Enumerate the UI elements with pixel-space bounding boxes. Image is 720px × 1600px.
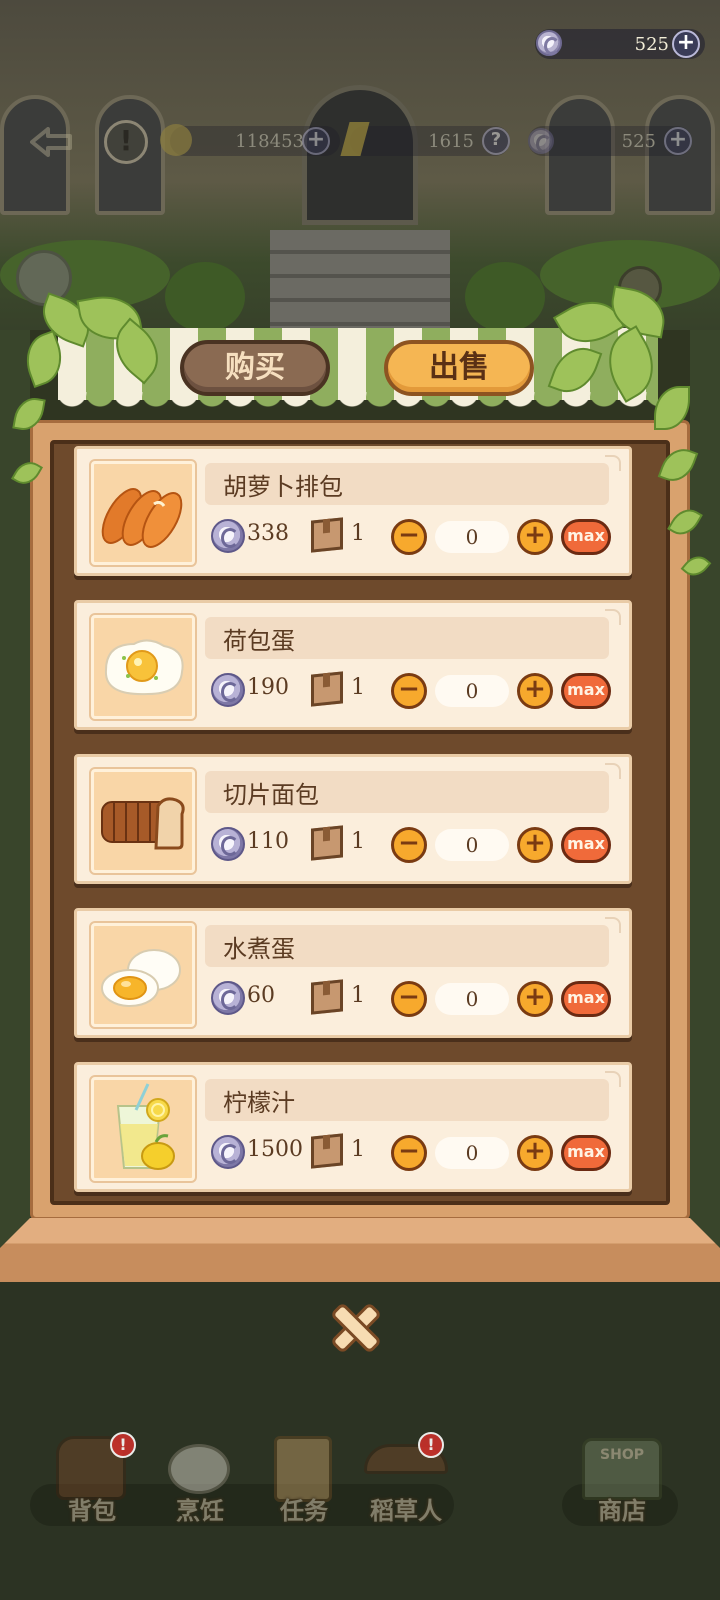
nav-shop[interactable]: SHOP 商店 bbox=[572, 1430, 672, 1530]
background-add-silver-button: + bbox=[664, 127, 692, 155]
crystal-amount: 1615 bbox=[428, 130, 474, 152]
quantity-input[interactable] bbox=[435, 675, 509, 707]
shop-panel-ledge bbox=[0, 1218, 720, 1282]
list-item: 水煮蛋 60 1 − + max bbox=[74, 908, 632, 1038]
item-price: 190 bbox=[247, 675, 289, 700]
decrease-quantity-button[interactable]: − bbox=[391, 673, 427, 709]
tab-buy[interactable]: 购买 bbox=[180, 340, 330, 396]
stock-box-icon bbox=[311, 825, 343, 861]
boiled-egg-icon bbox=[101, 949, 181, 1007]
stock-box-icon bbox=[311, 671, 343, 707]
silver-currency-amount: 525 bbox=[634, 33, 669, 55]
shop-awning-scallop bbox=[58, 392, 658, 426]
increase-quantity-button[interactable]: + bbox=[517, 981, 553, 1017]
background-add-gold-button: + bbox=[302, 127, 330, 155]
item-thumbnail bbox=[91, 923, 195, 1027]
nav-label: 背包 bbox=[68, 1497, 116, 1525]
back-arrow-icon bbox=[28, 125, 74, 159]
increase-quantity-button[interactable]: + bbox=[517, 827, 553, 863]
max-quantity-button[interactable]: max bbox=[561, 519, 611, 555]
nav-label: 烹饪 bbox=[176, 1497, 224, 1525]
gold-amount: 118453 bbox=[235, 130, 304, 152]
item-name: 切片面包 bbox=[223, 781, 319, 809]
background-bush bbox=[465, 262, 545, 332]
nav-cooking[interactable]: 烹饪 bbox=[150, 1430, 250, 1530]
item-thumbnail bbox=[91, 769, 195, 873]
item-thumbnail bbox=[91, 1077, 195, 1181]
silver-coin-icon bbox=[528, 128, 554, 154]
nav-notification-badge: ! bbox=[110, 1432, 136, 1458]
quantity-input[interactable] bbox=[435, 983, 509, 1015]
quantity-input[interactable] bbox=[435, 521, 509, 553]
alert-icon: ! bbox=[104, 120, 148, 164]
nav-label: 任务 bbox=[280, 1497, 328, 1525]
item-name: 荷包蛋 bbox=[223, 627, 295, 655]
item-stock: 1 bbox=[351, 521, 365, 546]
lemon-juice-icon bbox=[116, 1083, 175, 1170]
background-steps bbox=[270, 230, 450, 330]
carrot-bread-icon bbox=[101, 488, 183, 548]
list-item: 荷包蛋 190 1 − + max bbox=[74, 600, 632, 730]
background-grass-right bbox=[690, 330, 720, 1250]
decrease-quantity-button[interactable]: − bbox=[391, 1135, 427, 1171]
silver-coin-icon bbox=[211, 519, 245, 553]
item-stock: 1 bbox=[351, 829, 365, 854]
background-help-button: ? bbox=[482, 127, 510, 155]
nav-notification-badge: ! bbox=[418, 1432, 444, 1458]
quantity-input[interactable] bbox=[435, 1137, 509, 1169]
decrease-quantity-button[interactable]: − bbox=[391, 519, 427, 555]
silver-amount: 525 bbox=[621, 130, 656, 152]
silver-coin-icon bbox=[211, 673, 245, 707]
list-item: 胡萝卜排包 338 1 − + max bbox=[74, 446, 632, 576]
fried-egg-icon bbox=[104, 639, 184, 696]
increase-quantity-button[interactable]: + bbox=[517, 1135, 553, 1171]
increase-quantity-button[interactable]: + bbox=[517, 673, 553, 709]
quantity-input[interactable] bbox=[435, 829, 509, 861]
item-stock: 1 bbox=[351, 1137, 365, 1162]
max-quantity-button[interactable]: max bbox=[561, 673, 611, 709]
item-name: 胡萝卜排包 bbox=[223, 473, 343, 501]
silver-coin-icon bbox=[211, 981, 245, 1015]
cooking-icon bbox=[168, 1444, 230, 1494]
max-quantity-button[interactable]: max bbox=[561, 1135, 611, 1171]
stock-box-icon bbox=[311, 517, 343, 553]
item-thumbnail bbox=[91, 615, 195, 719]
item-price: 338 bbox=[247, 521, 289, 546]
gold-coin-icon bbox=[160, 124, 192, 156]
shop-sign: SHOP bbox=[600, 1447, 644, 1463]
item-name: 水煮蛋 bbox=[223, 935, 295, 963]
nav-label: 稻草人 bbox=[370, 1497, 442, 1525]
list-item: 切片面包 110 1 − + max bbox=[74, 754, 632, 884]
item-price: 60 bbox=[247, 983, 275, 1008]
increase-quantity-button[interactable]: + bbox=[517, 519, 553, 555]
add-silver-button[interactable]: + bbox=[672, 30, 700, 58]
item-price: 110 bbox=[247, 829, 289, 854]
max-quantity-button[interactable]: max bbox=[561, 827, 611, 863]
sliced-bread-icon bbox=[101, 797, 185, 850]
silver-coin-icon bbox=[536, 30, 562, 56]
item-price: 1500 bbox=[247, 1137, 303, 1162]
stock-box-icon bbox=[311, 1133, 343, 1169]
item-stock: 1 bbox=[351, 675, 365, 700]
item-name: 柠檬汁 bbox=[223, 1089, 295, 1117]
stock-box-icon bbox=[311, 979, 343, 1015]
item-thumbnail bbox=[91, 461, 195, 565]
close-icon[interactable] bbox=[330, 1302, 376, 1348]
nav-tasks[interactable]: 任务 bbox=[254, 1430, 354, 1530]
item-stock: 1 bbox=[351, 983, 365, 1008]
decrease-quantity-button[interactable]: − bbox=[391, 827, 427, 863]
background-bush bbox=[165, 262, 245, 332]
nav-label: 商店 bbox=[598, 1497, 646, 1525]
max-quantity-button[interactable]: max bbox=[561, 981, 611, 1017]
silver-coin-icon bbox=[211, 1135, 245, 1169]
tab-sell[interactable]: 出售 bbox=[384, 340, 534, 396]
silver-coin-icon bbox=[211, 827, 245, 861]
list-item: 柠檬汁 1500 1 − + max bbox=[74, 1062, 632, 1192]
decrease-quantity-button[interactable]: − bbox=[391, 981, 427, 1017]
